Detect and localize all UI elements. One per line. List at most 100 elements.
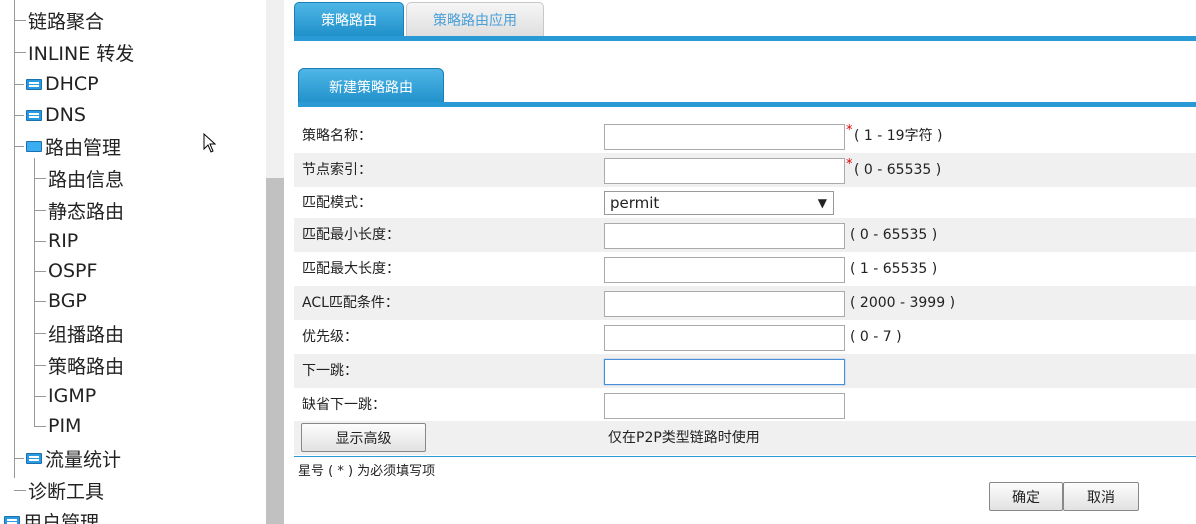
tree-item-dns[interactable]: DNS [14, 102, 86, 128]
row-default-next-hop: 缺省下一跳： [294, 388, 1196, 422]
required-fields-note: 星号 ( * ) 为必须填写项 [298, 464, 436, 479]
acl-input[interactable] [604, 291, 845, 317]
min-length-label: 匹配最小长度： [302, 227, 400, 243]
priority-input[interactable] [604, 325, 845, 351]
tree-item-label: INLINE 转发 [28, 42, 135, 65]
required-star: * [846, 123, 853, 138]
default-next-hop-label: 缺省下一跳： [302, 397, 386, 413]
ok-button[interactable]: 确定 [989, 482, 1063, 511]
folder-icon[interactable] [26, 109, 42, 121]
min-length-input[interactable] [604, 223, 845, 249]
tree-item-label: 流量统计 [45, 448, 122, 471]
tree-item-inline-forward[interactable]: INLINE 转发 [14, 39, 134, 65]
folder-icon[interactable] [4, 515, 20, 524]
tree-item-ospf[interactable]: OSPF [34, 258, 97, 284]
tree-item-label: 诊断工具 [28, 480, 105, 503]
tab-policy-route[interactable]: 策略路由 [294, 2, 404, 38]
sidebar-scrollbar[interactable] [266, 0, 284, 524]
tree-branch [14, 489, 26, 491]
match-mode-value: permit [610, 194, 660, 212]
row-policy-name: 策略名称： * ( 1 - 19字符 ) [294, 119, 1196, 153]
subtab-new-policy-route[interactable]: 新建策略路由 [298, 68, 444, 106]
row-node-index: 节点索引： * ( 0 - 65535 ) [294, 153, 1196, 187]
policy-name-label: 策略名称： [302, 128, 372, 144]
main-panel: 策略路由 策略路由应用 新建策略路由 策略名称： * ( 1 - 19字符 ) … [294, 0, 1196, 524]
folder-icon[interactable] [26, 452, 42, 464]
folder-open-icon[interactable] [26, 140, 42, 152]
acl-label: ACL匹配条件： [302, 295, 399, 311]
tree-item-multicast-route[interactable]: 组播路由 [34, 320, 124, 346]
tree-item-policy-route[interactable]: 策略路由 [34, 352, 124, 378]
tree-item-label: PIM [48, 415, 82, 437]
row-priority: 优先级： ( 0 - 7 ) [294, 320, 1196, 354]
scrollbar-thumb[interactable] [266, 178, 284, 524]
node-index-input[interactable] [604, 158, 845, 184]
tree-item-label: 路由管理 [45, 136, 122, 159]
priority-hint: ( 0 - 7 ) [850, 329, 902, 345]
tree-branch [14, 19, 26, 21]
tree-item-route-management[interactable]: 路由管理 [14, 133, 121, 159]
row-advanced: 显示高级 仅在P2P类型链路时使用 [294, 421, 1196, 455]
tree-item-route-info[interactable]: 路由信息 [34, 165, 124, 191]
max-length-hint: ( 1 - 65535 ) [850, 261, 938, 277]
tree-branch [34, 332, 46, 334]
tree-item-label: 组播路由 [48, 323, 125, 346]
default-next-hop-input[interactable] [604, 393, 845, 419]
row-max-length: 匹配最大长度： ( 1 - 65535 ) [294, 252, 1196, 286]
tree-item-static-route[interactable]: 静态路由 [34, 197, 124, 223]
row-match-mode: 匹配模式： permit ▼ [294, 186, 1196, 220]
tree-item-label: 链路聚合 [28, 10, 105, 33]
tree-item-label: IGMP [48, 385, 97, 407]
node-index-label: 节点索引： [302, 162, 372, 178]
tree-item-label: BGP [48, 290, 87, 312]
acl-hint: ( 2000 - 3999 ) [850, 295, 956, 311]
tree-item-pim[interactable]: PIM [34, 413, 81, 439]
max-length-input[interactable] [604, 257, 845, 283]
show-advanced-button[interactable]: 显示高级 [301, 423, 426, 452]
tree-branch [34, 395, 46, 397]
tab-policy-route-apply[interactable]: 策略路由应用 [406, 2, 544, 38]
tree-branch [34, 240, 46, 242]
tree-branch [34, 209, 46, 211]
match-mode-select[interactable]: permit ▼ [604, 191, 834, 215]
tree-item-label: OSPF [48, 260, 98, 282]
tree-item-label: DNS [45, 104, 86, 126]
dropdown-arrow-icon: ▼ [817, 196, 827, 210]
next-hop-label: 下一跳： [302, 363, 358, 379]
tree-branch [34, 364, 46, 366]
tree-item-label: 用户管理 [23, 511, 100, 524]
folder-icon[interactable] [26, 78, 42, 90]
tree-branch [14, 83, 24, 85]
tree-branch [14, 457, 24, 459]
tree-branch [34, 177, 46, 179]
tree-item-label: 策略路由 [48, 355, 125, 378]
tree-item-dhcp[interactable]: DHCP [14, 71, 99, 97]
p2p-note: 仅在P2P类型链路时使用 [608, 430, 760, 446]
min-length-hint: ( 0 - 65535 ) [850, 227, 938, 243]
node-index-hint: ( 0 - 65535 ) [854, 162, 942, 178]
tree-item-bgp[interactable]: BGP [34, 288, 87, 314]
tree-branch [34, 300, 46, 302]
tree-branch [34, 425, 46, 427]
policy-name-hint: ( 1 - 19字符 ) [854, 128, 943, 144]
tree-item-traffic-stats[interactable]: 流量统计 [14, 445, 121, 471]
tree-item-user-management[interactable]: 用户管理 [4, 508, 99, 524]
tree-branch [14, 51, 26, 53]
tree-item-diagnostic-tools[interactable]: 诊断工具 [14, 477, 104, 503]
policy-name-input[interactable] [604, 124, 845, 150]
row-next-hop: 下一跳： [294, 354, 1196, 388]
tree-item-link-aggregation[interactable]: 链路聚合 [14, 7, 104, 33]
tree-item-igmp[interactable]: IGMP [34, 383, 96, 409]
row-min-length: 匹配最小长度： ( 0 - 65535 ) [294, 218, 1196, 252]
subtab-divider [298, 102, 1196, 107]
max-length-label: 匹配最大长度： [302, 261, 400, 277]
tree-item-rip[interactable]: RIP [34, 228, 78, 254]
mouse-cursor-icon [203, 133, 217, 153]
form-footer-divider [294, 456, 1196, 457]
required-star: * [846, 157, 853, 172]
navigation-tree: 链路聚合 INLINE 转发 DHCP DNS 路由管理 路由信息 静态路由 R… [0, 0, 266, 524]
tree-item-label: 静态路由 [48, 200, 125, 223]
next-hop-input[interactable] [604, 359, 845, 385]
cancel-button[interactable]: 取消 [1063, 482, 1139, 511]
match-mode-label: 匹配模式： [302, 195, 372, 211]
